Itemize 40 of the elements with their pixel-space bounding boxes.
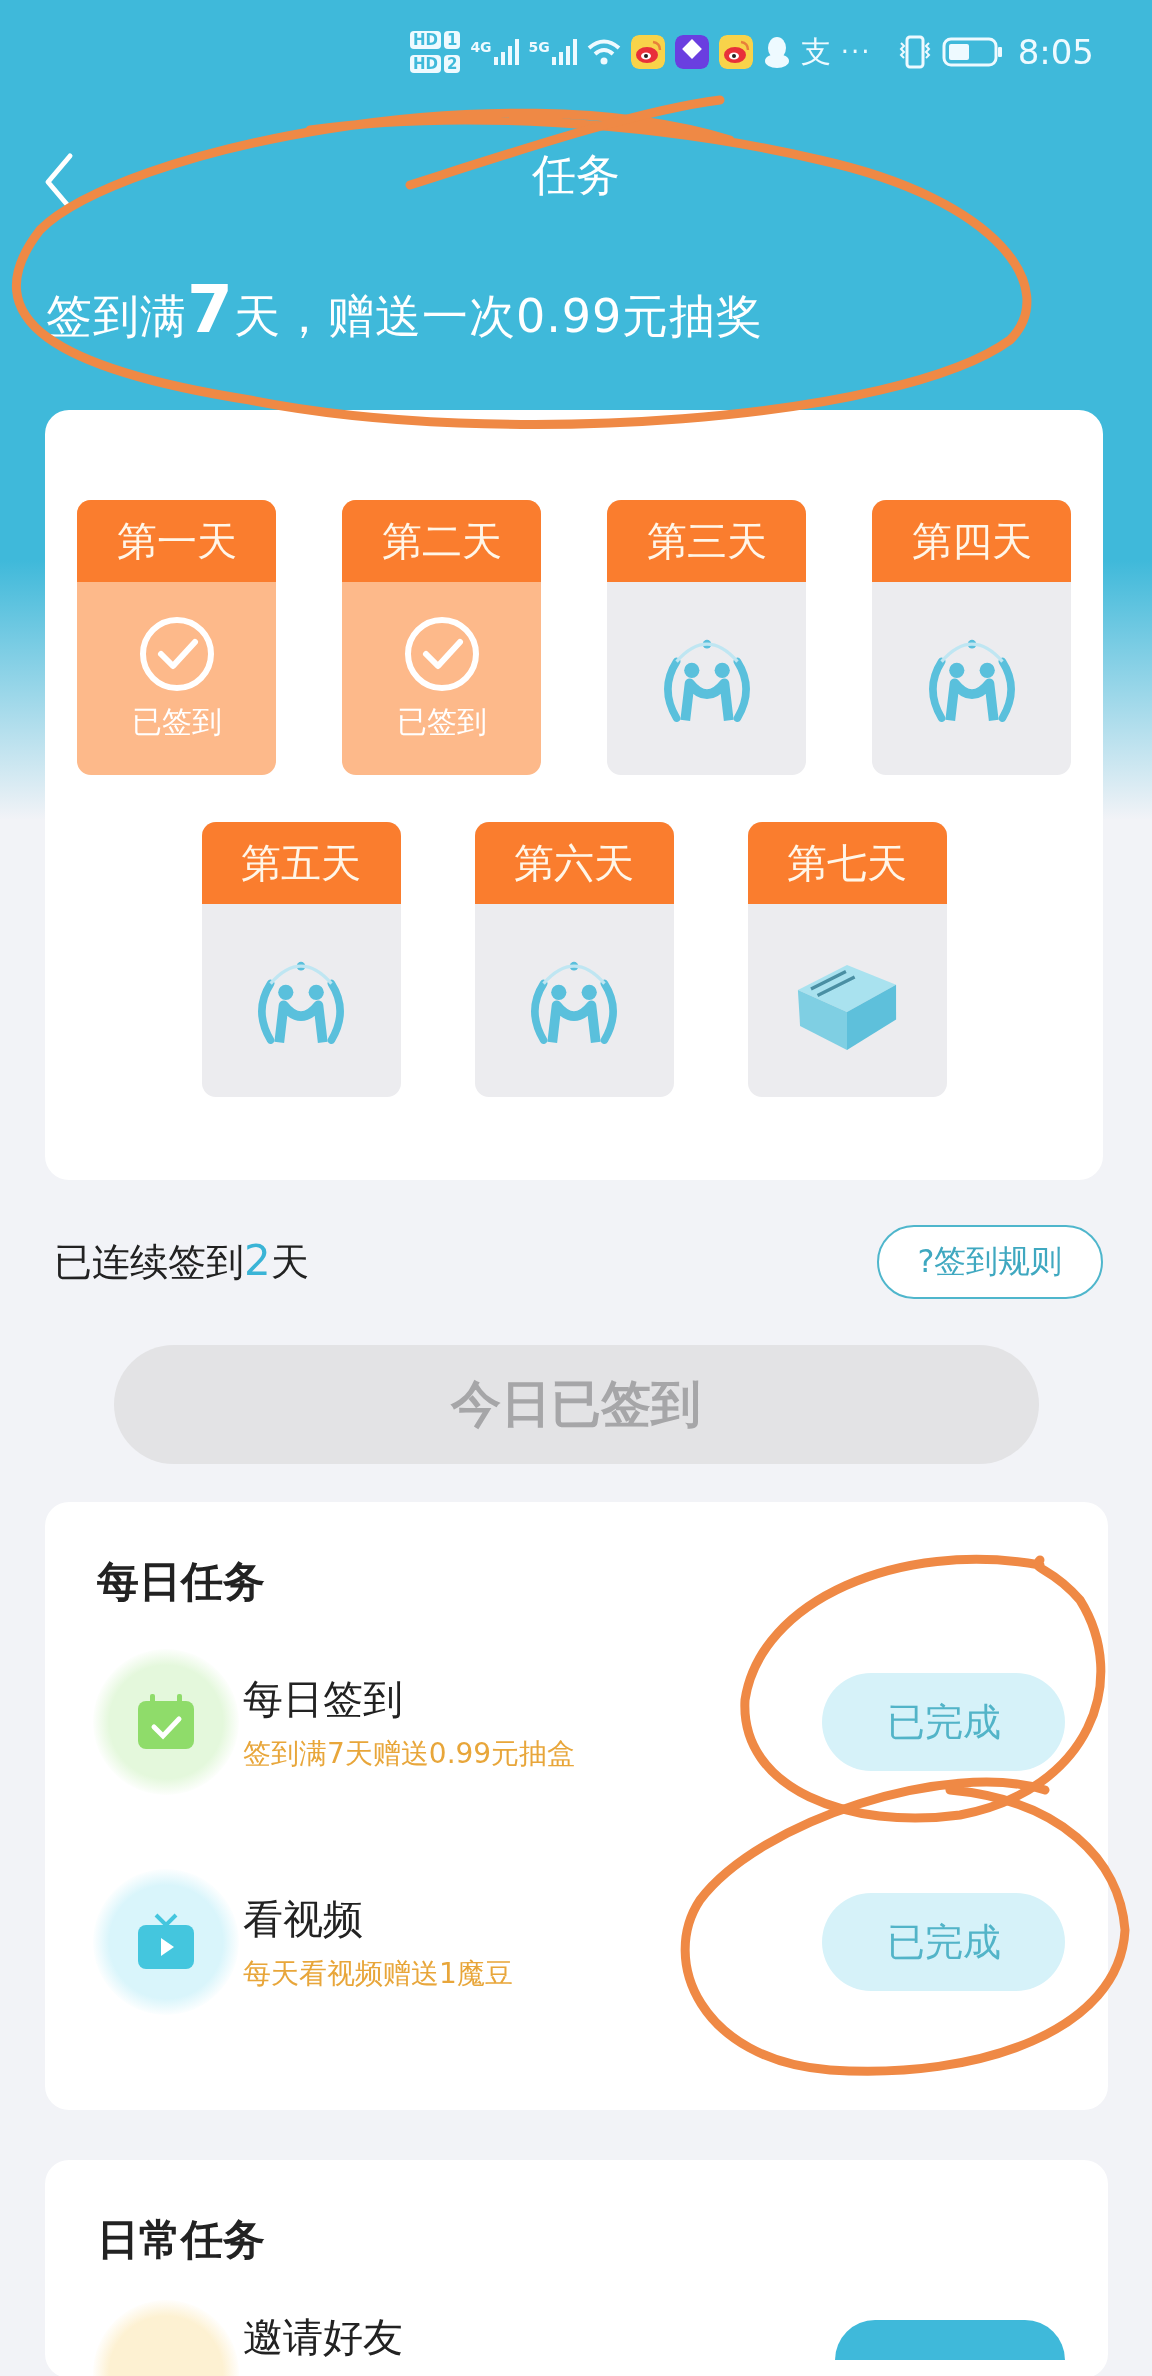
wifi-icon: [586, 38, 621, 66]
signal-icon: [493, 39, 519, 65]
more-notifications-glyph: ···: [840, 37, 872, 67]
day-label: 第五天: [201, 822, 401, 904]
rules-button[interactable]: ?签到规则: [877, 1225, 1103, 1299]
app-notification-icon: [718, 35, 753, 69]
section-title: 每日任务: [97, 1557, 266, 1607]
day-label: 第一天: [77, 500, 276, 582]
vibrate-icon: [897, 35, 932, 69]
sim-slot-badge: 2: [443, 55, 461, 73]
task-status-button[interactable]: 已完成: [822, 1673, 1065, 1771]
network-type-label: 4G: [470, 39, 492, 55]
network-type-label: 5G: [528, 39, 550, 55]
task-reward-text: 每天看视频赠送1魔豆: [243, 1955, 514, 1992]
section-title: 日常任务: [97, 2215, 266, 2265]
task-status-button[interactable]: 已完成: [822, 1893, 1065, 1991]
penguin-icon: [762, 35, 791, 69]
day-label: 第七天: [747, 822, 947, 904]
app-notification-icon: [630, 35, 665, 69]
task-title: 每日签到: [243, 1674, 404, 1724]
hd-badge: HD: [409, 31, 441, 49]
signed-status: 已签到: [396, 703, 487, 741]
battery-icon: [941, 37, 1002, 67]
day-label: 第三天: [607, 500, 806, 582]
day-label: 第二天: [342, 500, 541, 582]
task-title: 看视频: [243, 1894, 364, 1944]
streak-text: 已连续签到2天: [54, 1236, 309, 1287]
task-title: 邀请好友: [243, 2313, 404, 2362]
day-label: 第四天: [872, 500, 1071, 582]
signed-status: 已签到: [131, 703, 222, 741]
day-label: 第六天: [474, 822, 674, 904]
page-title: 任务: [532, 147, 620, 202]
hd-badge: HD: [409, 55, 441, 73]
app-notification-icon: [674, 35, 709, 69]
task-reward-text: 签到满7天赠送0.99元抽盒: [243, 1735, 577, 1772]
sim-slot-badge: 1: [443, 31, 461, 49]
signal-icon: [551, 39, 577, 65]
promo-banner-text: 签到满7天，赠送一次0.99元抽奖: [46, 270, 765, 350]
pay-app-glyph: 支: [800, 32, 831, 71]
clock-time: 8:05: [1017, 32, 1094, 72]
